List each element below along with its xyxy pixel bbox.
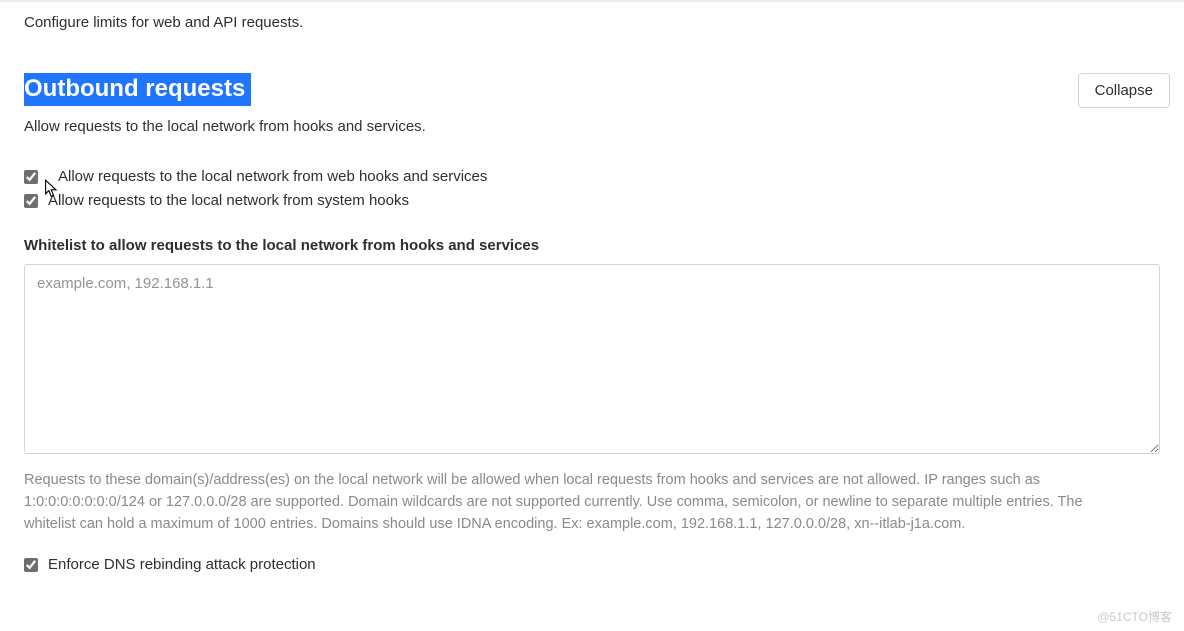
checkbox-row-allow-web-hooks: Allow requests to the local network from… — [24, 165, 1160, 189]
whitelist-help-text: Requests to these domain(s)/address(es) … — [24, 470, 1134, 535]
section-subtitle: Allow requests to the local network from… — [24, 118, 1160, 135]
section-title-outbound-requests: Outbound requests — [24, 73, 251, 106]
checkbox-label-allow-system-hooks: Allow requests to the local network from… — [48, 189, 409, 213]
whitelist-label: Whitelist to allow requests to the local… — [24, 237, 1160, 254]
settings-page: Configure limits for web and API request… — [0, 0, 1184, 577]
checkbox-allow-system-hooks[interactable] — [24, 194, 38, 208]
section-header-row: Outbound requests Collapse — [24, 73, 1160, 108]
whitelist-textarea[interactable] — [24, 264, 1160, 454]
checkbox-label-allow-web-hooks: Allow requests to the local network from… — [58, 165, 487, 189]
checkbox-row-enforce-dns: Enforce DNS rebinding attack protection — [24, 553, 1160, 577]
checkbox-allow-web-hooks[interactable] — [24, 170, 38, 184]
checkbox-label-enforce-dns: Enforce DNS rebinding attack protection — [48, 553, 316, 577]
checkbox-row-allow-system-hooks: Allow requests to the local network from… — [24, 189, 1160, 213]
watermark-text: @51CTO博客 — [1097, 608, 1172, 625]
checkbox-enforce-dns[interactable] — [24, 558, 38, 572]
prev-section-description: Configure limits for web and API request… — [24, 12, 1160, 33]
collapse-button[interactable]: Collapse — [1078, 73, 1170, 108]
